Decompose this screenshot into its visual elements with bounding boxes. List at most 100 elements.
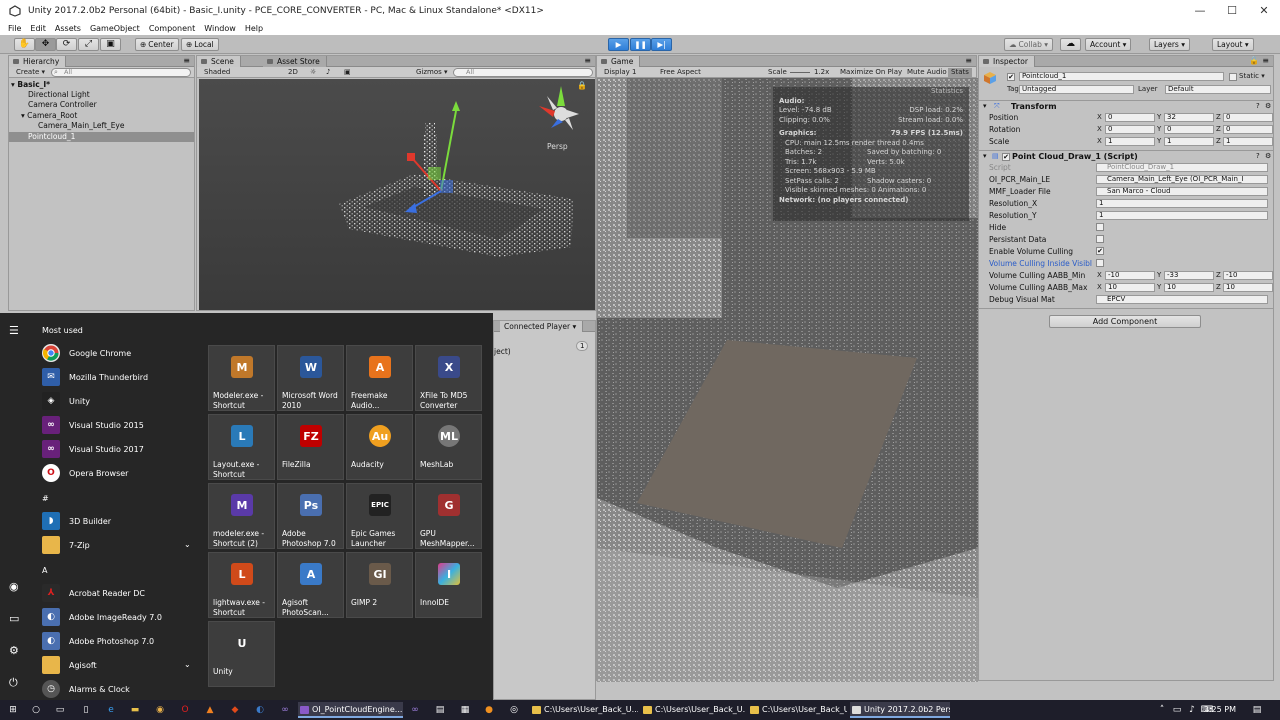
lightwave-taskbar-icon[interactable]: ◆ bbox=[228, 703, 242, 717]
taskbar-clock[interactable]: 3:25 PM bbox=[1204, 700, 1236, 720]
tile-word-2010[interactable]: W Microsoft Word 2010 bbox=[277, 345, 344, 411]
resolution-x-input[interactable]: 1 bbox=[1096, 199, 1268, 208]
mmf-loader-field[interactable]: San Marco - Cloud bbox=[1096, 187, 1268, 196]
hierarchy-item[interactable]: Directional Light bbox=[9, 90, 194, 100]
tile-modeler[interactable]: M Modeler.exe - Shortcut bbox=[208, 345, 275, 411]
tab-hierarchy[interactable]: Hierarchy bbox=[9, 56, 67, 67]
layers-dropdown[interactable]: Layers ▾ bbox=[1149, 38, 1190, 51]
scale-z-input[interactable]: 1 bbox=[1223, 137, 1273, 146]
rotate-tool-icon[interactable]: ⟳ bbox=[56, 38, 77, 51]
maximize-button[interactable]: ☐ bbox=[1216, 0, 1248, 21]
rotation-y-input[interactable]: 0 bbox=[1164, 125, 1214, 134]
hierarchy-scene-root[interactable]: ▾ Basic_I* bbox=[9, 80, 194, 90]
photoshop-taskbar-icon[interactable]: ◐ bbox=[253, 703, 267, 717]
notepad-icon[interactable]: ▯ bbox=[79, 703, 93, 717]
menu-help[interactable]: Help bbox=[245, 24, 263, 33]
panel-menu-icon[interactable]: ≡ bbox=[584, 56, 591, 65]
tab-scene[interactable]: Scene bbox=[197, 56, 241, 67]
taskbar-task-explorer-2[interactable]: C:\Users\User_Back_U... bbox=[641, 702, 745, 718]
hand-tool-icon[interactable]: ✋ bbox=[14, 38, 35, 51]
help-icon[interactable]: ? bbox=[1256, 102, 1260, 110]
2d-toggle[interactable]: 2D bbox=[285, 68, 301, 77]
menu-component[interactable]: Component bbox=[149, 24, 195, 33]
search-icon[interactable]: ○ bbox=[29, 703, 43, 717]
volume-icon[interactable]: ♪ bbox=[1185, 703, 1199, 717]
start-item-acrobat[interactable]: ⅄ Acrobat Reader DC bbox=[42, 582, 145, 604]
lock-icon[interactable]: 🔒 bbox=[1249, 56, 1259, 65]
tab-game[interactable]: Game bbox=[597, 56, 641, 67]
aabb-min-x-input[interactable]: -10 bbox=[1105, 271, 1155, 280]
aabb-max-z-input[interactable]: 10 bbox=[1223, 283, 1273, 292]
tile-photoshop[interactable]: Ps Adobe Photoshop 7.0 bbox=[277, 483, 344, 549]
console-log-line[interactable]: ject) bbox=[494, 347, 511, 356]
notification-icon[interactable]: ▤ bbox=[1250, 703, 1264, 717]
tile-epic-games[interactable]: EPIC Epic Games Launcher bbox=[346, 483, 413, 549]
start-item-7zip[interactable]: 7-Zip bbox=[42, 534, 90, 556]
file-explorer-icon[interactable]: ▬ bbox=[128, 703, 142, 717]
tag-dropdown[interactable]: Untagged bbox=[1019, 85, 1134, 94]
panel-menu-icon[interactable]: ≡ bbox=[183, 56, 190, 65]
collab-button[interactable]: ☁ Collab ▾ bbox=[1004, 38, 1053, 51]
display-dropdown[interactable]: Display 1 bbox=[601, 68, 639, 77]
opera-taskbar-icon[interactable]: O bbox=[178, 703, 192, 717]
task-view-icon[interactable]: ▭ bbox=[53, 703, 67, 717]
start-item-thunderbird[interactable]: ✉ Mozilla Thunderbird bbox=[42, 366, 148, 388]
media-taskbar-icon[interactable]: ▦ bbox=[458, 703, 472, 717]
layout-dropdown[interactable]: Layout ▾ bbox=[1212, 38, 1254, 51]
pivot-local-button[interactable]: ⊕ Local bbox=[181, 38, 219, 51]
menu-file[interactable]: File bbox=[8, 24, 21, 33]
taskbar-task-vs-pointcloud[interactable]: OI_PointCloudEngine... bbox=[298, 702, 403, 718]
rect-tool-icon[interactable]: ▣ bbox=[100, 38, 121, 51]
services-cloud-icon[interactable]: ☁ bbox=[1060, 38, 1081, 51]
aabb-min-y-input[interactable]: -33 bbox=[1164, 271, 1214, 280]
position-z-input[interactable]: 0 bbox=[1223, 113, 1273, 122]
rotation-x-input[interactable]: 0 bbox=[1105, 125, 1155, 134]
aabb-max-y-input[interactable]: 10 bbox=[1164, 283, 1214, 292]
play-button[interactable]: ▶ bbox=[608, 38, 629, 51]
lighting-toggle-icon[interactable]: ☼ bbox=[307, 68, 319, 77]
transform-foldout-icon[interactable]: ▾ bbox=[983, 102, 987, 110]
panel-menu-icon[interactable]: ≡ bbox=[1262, 56, 1269, 65]
layer-dropdown[interactable]: Default bbox=[1165, 85, 1271, 94]
close-button[interactable]: ✕ bbox=[1248, 0, 1280, 21]
minimize-button[interactable]: — bbox=[1184, 0, 1216, 21]
account-dropdown[interactable]: Account ▾ bbox=[1085, 38, 1132, 51]
gizmos-dropdown[interactable]: Gizmos ▾ bbox=[413, 68, 451, 77]
chevron-down-icon[interactable]: ⌄ bbox=[184, 660, 191, 669]
shading-mode-dropdown[interactable]: Shaded bbox=[201, 68, 279, 77]
step-button[interactable]: ▶| bbox=[651, 38, 672, 51]
rotation-z-input[interactable]: 0 bbox=[1223, 125, 1273, 134]
persistant-data-checkbox[interactable] bbox=[1096, 235, 1104, 243]
scale-x-input[interactable]: 1 bbox=[1105, 137, 1155, 146]
tile-innoide[interactable]: I InnoIDE bbox=[415, 552, 482, 618]
tile-unity[interactable]: U Unity bbox=[208, 621, 275, 687]
tile-agisoft-photoscan[interactable]: A Agisoft PhotoScan... bbox=[277, 552, 344, 618]
position-x-input[interactable]: 0 bbox=[1105, 113, 1155, 122]
hide-checkbox[interactable] bbox=[1096, 223, 1104, 231]
menu-assets[interactable]: Assets bbox=[55, 24, 81, 33]
start-item-unity[interactable]: ◈ Unity bbox=[42, 390, 90, 412]
menu-edit[interactable]: Edit bbox=[30, 24, 46, 33]
orientation-gizmo-icon[interactable] bbox=[529, 84, 583, 134]
game-viewport[interactable]: Statistics Audio: Level: -74.8 dB DSP loa… bbox=[597, 78, 978, 682]
tile-gimp[interactable]: GI GIMP 2 bbox=[346, 552, 413, 618]
connected-player-dropdown[interactable]: Connected Player ▾ bbox=[500, 321, 584, 332]
start-item-3d-builder[interactable]: ◗ 3D Builder bbox=[42, 510, 111, 532]
pivot-center-button[interactable]: ⊕ Center bbox=[135, 38, 179, 51]
tile-lightwave[interactable]: Llightwav.exe - Shortcut bbox=[208, 552, 275, 618]
maximize-on-play-toggle[interactable]: Maximize On Play bbox=[837, 68, 905, 77]
firefox-taskbar-icon[interactable]: ● bbox=[482, 703, 496, 717]
scale-slider[interactable] bbox=[790, 72, 810, 73]
component-gear-icon[interactable]: ⚙ bbox=[1265, 152, 1271, 160]
documents-icon[interactable]: ▭ bbox=[9, 612, 19, 625]
enable-volume-culling-checkbox[interactable]: ✔ bbox=[1096, 247, 1104, 255]
debug-visual-mat-field[interactable]: EPCV bbox=[1096, 295, 1268, 304]
projection-label[interactable]: Persp bbox=[547, 142, 568, 151]
windows-start-icon[interactable]: ⊞ bbox=[6, 703, 20, 717]
stats-toggle[interactable]: Stats bbox=[948, 68, 972, 77]
object-name-input[interactable]: Pointcloud_1 bbox=[1019, 72, 1224, 81]
tab-asset-store[interactable]: Asset Store bbox=[263, 56, 327, 67]
hierarchy-item[interactable]: Camera Controller bbox=[9, 100, 194, 110]
start-item-photoshop[interactable]: ◐ Adobe Photoshop 7.0 bbox=[42, 630, 154, 652]
active-checkbox[interactable]: ✔ bbox=[1007, 73, 1015, 81]
